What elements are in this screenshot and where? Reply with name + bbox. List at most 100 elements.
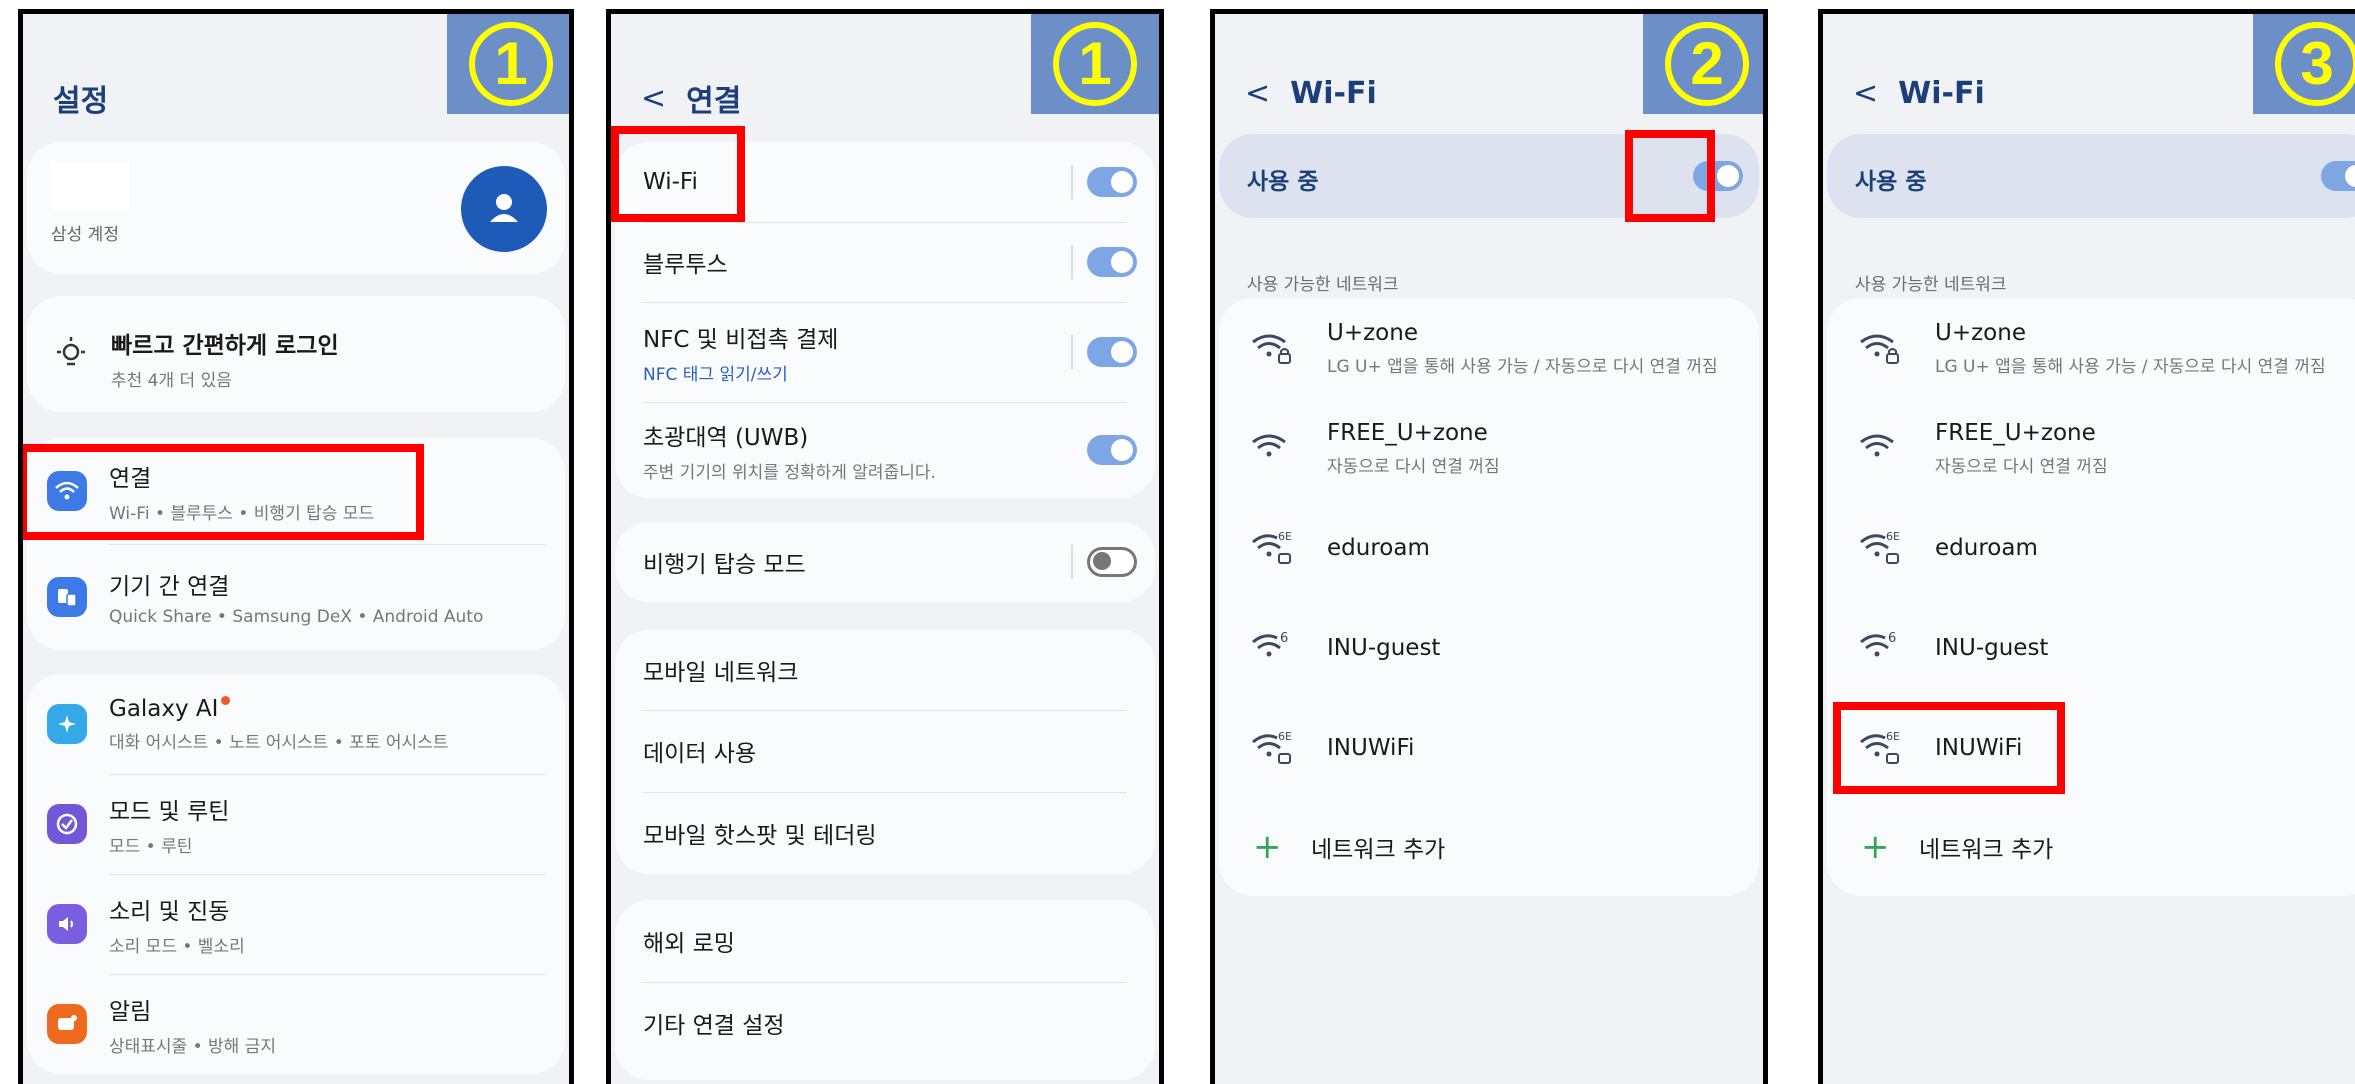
lightbulb-icon: [57, 337, 85, 366]
page-title: < Wi-Fi: [1245, 76, 1377, 111]
step-badge: 1: [447, 14, 569, 114]
in-use-label: 사용 중: [1855, 169, 1927, 195]
settings-item-sub: 모드 • 루틴: [109, 836, 193, 857]
sparkle-icon: [47, 704, 87, 744]
other-settings-label: 기타 연결 설정: [643, 1013, 785, 1039]
uwb-sub: 주변 기기의 위치를 정확하게 알려줍니다.: [643, 462, 936, 483]
row-other-settings[interactable]: 기타 연결 설정: [615, 982, 1155, 1064]
check-circle-icon: [47, 804, 87, 844]
network-name: INU-guest: [1935, 635, 2049, 661]
settings-item-label: 알림: [109, 998, 152, 1025]
airplane-label: 비행기 탑승 모드: [643, 552, 806, 578]
network-item[interactable]: U+zone LG U+ 앱을 통해 사용 가능 / 자동으로 다시 연결 꺼짐: [1219, 298, 1759, 398]
wifi-toggle[interactable]: [1087, 167, 1137, 197]
network-item[interactable]: FREE_U+zone 자동으로 다시 연결 꺼짐: [1219, 398, 1759, 498]
in-use-label: 사용 중: [1247, 169, 1319, 195]
bluetooth-label: 블루투스: [643, 252, 728, 278]
row-data-usage[interactable]: 데이터 사용: [615, 710, 1155, 792]
back-button[interactable]: <: [1853, 76, 1878, 111]
available-networks-header: 사용 가능한 네트워크: [1247, 275, 1399, 295]
network-list: U+zone LG U+ 앱을 통해 사용 가능 / 자동으로 다시 연결 꺼짐…: [1827, 298, 2355, 896]
suggestion-sub: 추천 4개 더 있음: [111, 371, 232, 391]
row-bluetooth[interactable]: 블루투스: [615, 222, 1155, 302]
svg-text:6E: 6E: [1278, 530, 1292, 543]
network-item[interactable]: 6E INUWiFi: [1219, 698, 1759, 798]
add-network-label: 네트워크 추가: [1311, 837, 1446, 863]
network-name: U+zone: [1935, 319, 2026, 346]
row-roaming[interactable]: 해외 로밍: [615, 900, 1155, 982]
settings-item-modes[interactable]: 모드 및 루틴 모드 • 루틴: [27, 774, 565, 874]
airplane-toggle[interactable]: [1087, 547, 1137, 577]
avatar[interactable]: [461, 166, 547, 252]
network-name: eduroam: [1935, 535, 2038, 561]
suggestion-card[interactable]: 빠르고 간편하게 로그인 추천 4개 더 있음: [27, 296, 565, 412]
svg-text:6E: 6E: [1886, 530, 1900, 543]
settings-item-label: 모드 및 루틴: [109, 798, 230, 825]
wifi-master-toggle[interactable]: [2321, 161, 2355, 191]
separator: [1071, 245, 1073, 279]
bluetooth-toggle[interactable]: [1087, 247, 1137, 277]
add-network-button[interactable]: + 네트워크 추가: [1219, 798, 1759, 896]
network-sub: LG U+ 앱을 통해 사용 가능 / 자동으로 다시 연결 꺼짐: [1935, 356, 2326, 377]
wifi-6e-lock-icon: 6E: [1252, 730, 1292, 764]
network-item[interactable]: 6 INU-guest: [1219, 598, 1759, 698]
settings-item-galaxy-ai[interactable]: Galaxy AI 대화 어시스트 • 노트 어시스트 • 포토 어시스트: [27, 674, 565, 774]
wifi-6e-lock-icon: 6E: [1252, 530, 1292, 564]
svg-text:6: 6: [1888, 631, 1896, 646]
row-airplane[interactable]: 비행기 탑승 모드: [615, 522, 1155, 602]
network-item[interactable]: 6E eduroam: [1219, 498, 1759, 598]
wifi-6e-lock-icon: 6E: [1860, 530, 1900, 564]
settings-item-sub: Quick Share • Samsung DeX • Android Auto: [109, 607, 484, 627]
plus-icon: +: [1861, 827, 1890, 867]
wifi-icon: [1860, 434, 1894, 457]
settings-item-connected-devices[interactable]: 기기 간 연결 Quick Share • Samsung DeX • Andr…: [27, 544, 565, 650]
network-item[interactable]: 6 INU-guest: [1827, 598, 2355, 698]
page-title: < Wi-Fi: [1853, 76, 1985, 111]
mobile-network-label: 모바일 네트워크: [643, 660, 799, 686]
network-sub: 자동으로 다시 연결 꺼짐: [1935, 456, 2108, 477]
network-name: INU-guest: [1327, 635, 1441, 661]
add-network-label: 네트워크 추가: [1919, 837, 2054, 863]
roaming-label: 해외 로밍: [643, 931, 735, 957]
notification-icon: [47, 1004, 87, 1044]
back-button[interactable]: <: [1245, 76, 1270, 111]
uwb-toggle[interactable]: [1087, 435, 1137, 465]
settings-item-label: 소리 및 진동: [109, 898, 230, 925]
devices-icon: [47, 577, 87, 617]
row-hotspot[interactable]: 모바일 핫스팟 및 테더링: [615, 792, 1155, 874]
highlight-wifi-toggle: [1625, 130, 1715, 222]
step-badge: 1: [1031, 14, 1159, 114]
add-network-button[interactable]: + 네트워크 추가: [1827, 798, 2355, 896]
wifi-lock-icon: [1252, 334, 1291, 364]
row-uwb[interactable]: 초광대역 (UWB) 주변 기기의 위치를 정확하게 알려줍니다.: [615, 402, 1155, 498]
settings-item-notifications[interactable]: 알림 상태표시줄 • 방해 금지: [27, 974, 565, 1074]
network-name: INUWiFi: [1327, 735, 1415, 761]
uwb-label: 초광대역 (UWB): [643, 424, 809, 451]
settings-item-label: Galaxy AI: [109, 695, 448, 722]
network-item[interactable]: U+zone LG U+ 앱을 통해 사용 가능 / 자동으로 다시 연결 꺼짐: [1827, 298, 2355, 398]
network-name: eduroam: [1327, 535, 1430, 561]
nfc-label: NFC 및 비접촉 결제: [643, 326, 839, 353]
settings-item-sound[interactable]: 소리 및 진동 소리 모드 • 벨소리: [27, 874, 565, 974]
row-nfc[interactable]: NFC 및 비접촉 결제 NFC 태그 읽기/쓰기: [615, 302, 1155, 402]
row-mobile-network[interactable]: 모바일 네트워크: [615, 630, 1155, 710]
settings-item-label: 기기 간 연결: [109, 574, 230, 600]
back-button[interactable]: <: [641, 81, 666, 116]
data-usage-label: 데이터 사용: [643, 741, 757, 767]
network-name: FREE_U+zone: [1327, 419, 1488, 446]
network-item[interactable]: FREE_U+zone 자동으로 다시 연결 꺼짐: [1827, 398, 2355, 498]
page-title: 설정: [53, 84, 109, 119]
settings-item-sub: 대화 어시스트 • 노트 어시스트 • 포토 어시스트: [109, 732, 449, 753]
wifi-master-row[interactable]: 사용 중: [1827, 134, 2355, 218]
wifi-screen-select: 3 < Wi-Fi 사용 중 사용 가능한 네트워크 U+zone LG U+ …: [1818, 9, 2355, 1084]
separator: [1071, 165, 1073, 199]
network-name: U+zone: [1327, 319, 1418, 346]
speaker-icon: [47, 904, 87, 944]
wifi-6-icon: 6: [1860, 631, 1896, 657]
nfc-toggle[interactable]: [1087, 337, 1137, 367]
account-card[interactable]: 삼성 계정: [27, 142, 565, 274]
person-icon: [490, 194, 518, 222]
highlight-connections: [23, 444, 424, 540]
network-item[interactable]: 6E eduroam: [1827, 498, 2355, 598]
settings-screen: 1 설정 삼성 계정 빠르고 간편하게 로그인 추천 4개 더 있음 연결 Wi…: [18, 9, 574, 1084]
